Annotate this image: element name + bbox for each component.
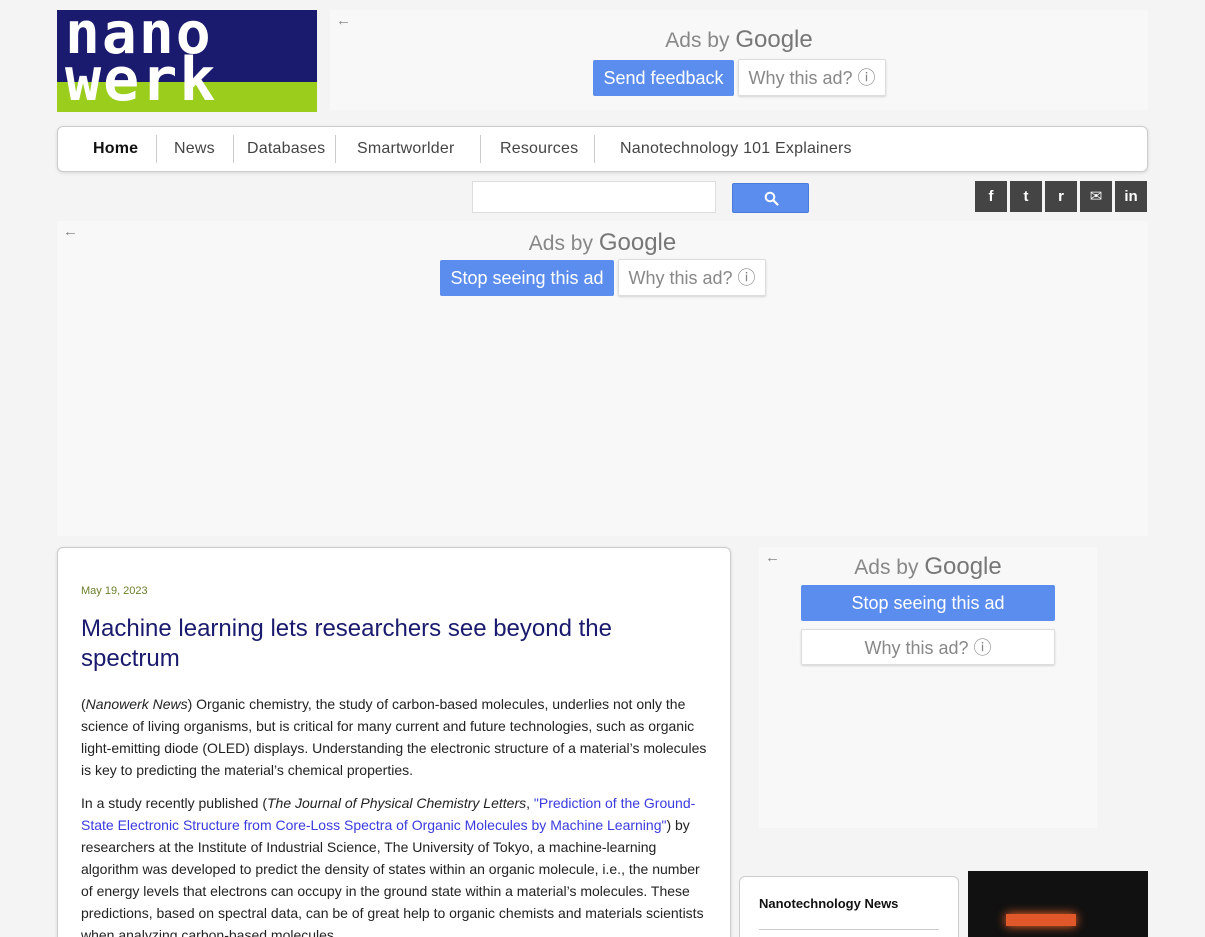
stop-seeing-ad-button[interactable]: Stop seeing this ad [801,585,1055,621]
search-icon [764,191,779,206]
nav-smartworlder[interactable]: Smartworlder [357,140,455,158]
nav-resources[interactable]: Resources [500,140,578,158]
source-name: Nanowerk News [85,696,188,712]
nav-separator [480,135,481,163]
wide-ad: ← Ads by Google Stop seeing this ad Why … [57,221,1148,536]
logo-line-2: werk [65,45,218,112]
search-button[interactable] [732,183,809,213]
why-this-ad-button[interactable]: Why this ad? ⓘ [801,629,1055,665]
facebook-icon[interactable]: f [975,181,1007,212]
why-this-ad-button[interactable]: Why this ad? ⓘ [618,259,766,296]
ads-by-google: Ads by Google [528,229,677,256]
ads-by-google: Ads by Google [665,26,813,53]
nav-nanotech-101[interactable]: Nanotechnology 101 Explainers [620,140,852,158]
nanotech-news-card: Nanotechnology News [739,876,959,937]
article-card: May 19, 2023 Machine learning lets resea… [57,547,731,937]
thumbnail-glow [1006,914,1076,926]
nav-home[interactable]: Home [93,140,138,158]
nav-separator [233,135,234,163]
nav-separator [335,135,336,163]
nav-news[interactable]: News [174,140,215,158]
top-ad: ← Ads by Google Send feedback Why this a… [330,10,1148,110]
divider [759,929,939,930]
nav-separator [156,135,157,163]
send-feedback-button[interactable]: Send feedback [593,60,734,96]
twitter-icon[interactable]: t [1010,181,1042,212]
linkedin-icon[interactable]: in [1115,181,1147,212]
article-paragraph-1: (Nanowerk News) Organic chemistry, the s… [81,696,707,778]
article-paragraph-2: In a study recently published (The Journ… [81,795,704,937]
ads-by-google: Ads by Google [854,553,1002,580]
news-card-title: Nanotechnology News [759,896,899,911]
search-input[interactable] [472,181,716,213]
nav-databases[interactable]: Databases [247,140,325,158]
reddit-icon[interactable]: r [1045,181,1077,212]
news-thumbnail[interactable] [968,871,1148,937]
why-this-ad-button[interactable]: Why this ad? ⓘ [738,59,886,96]
article-title: Machine learning lets researchers see be… [81,615,612,672]
side-ad: ← Ads by Google Stop seeing this ad Why … [759,547,1097,828]
email-icon[interactable]: ✉ [1080,181,1112,212]
journal-name: The Journal of Physical Chemistry Letter… [267,795,527,811]
nav-separator [594,135,595,163]
nanowerk-logo[interactable]: nano werk [57,10,317,112]
main-nav: Home News Databases Smartworlder Resourc… [57,126,1148,172]
article-date: May 19, 2023 [81,585,148,597]
stop-seeing-ad-button[interactable]: Stop seeing this ad [440,260,614,296]
